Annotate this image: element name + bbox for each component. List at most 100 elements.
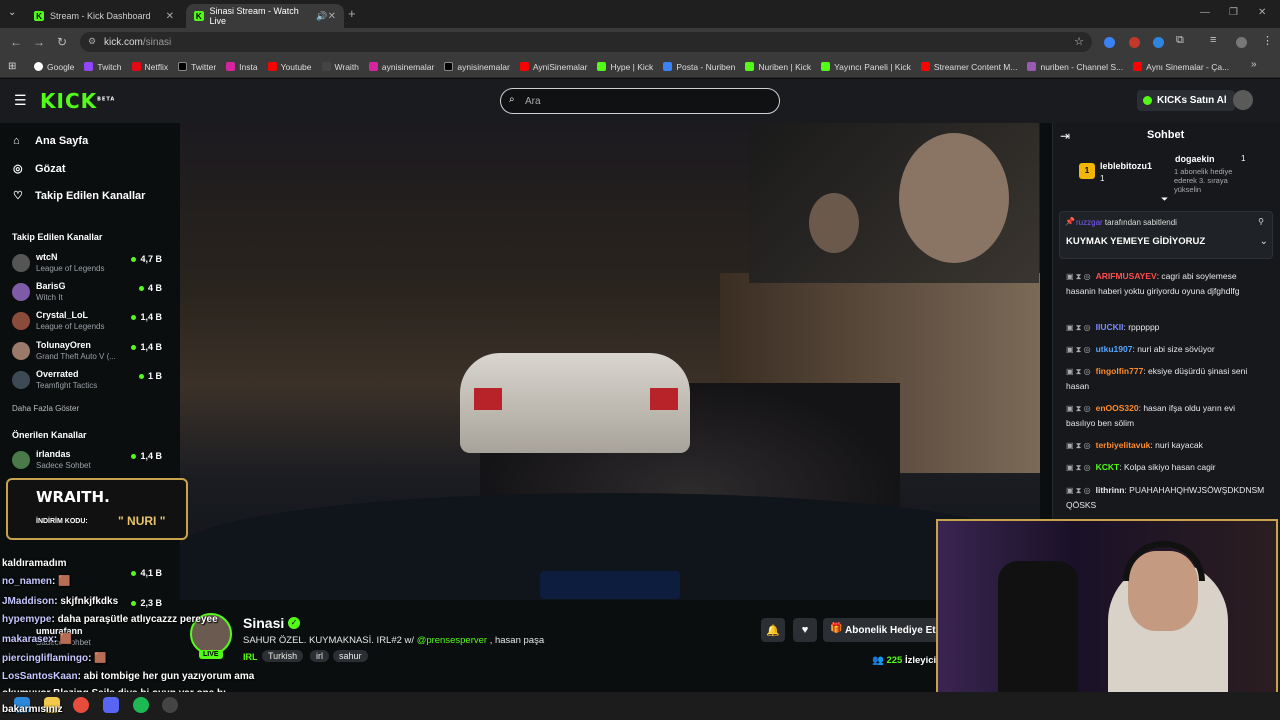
close-tab-icon[interactable]: ✕: [166, 11, 174, 22]
bookmark-aynisinemalar-insta[interactable]: aynisinemalar: [368, 61, 435, 72]
bookmark-twitter[interactable]: Twitter: [178, 62, 216, 72]
obs-icon[interactable]: [162, 697, 178, 713]
minimize-icon[interactable]: —: [1200, 7, 1210, 18]
new-tab-button[interactable]: +: [348, 6, 356, 21]
pinned-by-user[interactable]: ruzzgar: [1076, 218, 1103, 227]
discord-icon[interactable]: [103, 697, 119, 713]
streamer-name[interactable]: Sinasi: [243, 615, 284, 631]
bookmark-wraith[interactable]: Wraith: [321, 62, 359, 72]
pinned-message[interactable]: 📌 ruzzgar tarafından sabitlendi KUYMAK Y…: [1059, 211, 1273, 259]
bookmark-nuriben-kick[interactable]: Nuriben | Kick: [745, 62, 811, 72]
maximize-icon[interactable]: ❐: [1229, 7, 1238, 18]
sidebar-channel-barisg[interactable]: BarisG Witch It 4 B: [12, 281, 162, 305]
chat-username[interactable]: terbiyelitavuk: [1096, 440, 1151, 450]
reading-list-icon[interactable]: ≡: [1210, 34, 1216, 46]
title-mention[interactable]: @prensesperver: [417, 635, 487, 646]
leaderboard-user[interactable]: dogaekin: [1175, 154, 1215, 164]
stream-category[interactable]: IRL: [243, 652, 258, 662]
bookmark-streamer-content[interactable]: Streamer Content M...: [920, 62, 1017, 72]
tab-sinasi-stream[interactable]: K Sinasi Stream - Watch Live 🔊 ✕: [186, 4, 344, 28]
chevron-down-icon[interactable]: ⌄: [1260, 236, 1268, 247]
extension-icon[interactable]: [1104, 37, 1115, 48]
follow-heart-button[interactable]: ♥: [793, 618, 817, 642]
search-input[interactable]: ⌕ Ara: [500, 88, 780, 114]
pinned-by: ruzzgar tarafından sabitlendi: [1076, 218, 1177, 227]
channel-name: Overrated: [36, 369, 79, 379]
title-text: SAHUR ÖZEL. KUYMAKNASİ. IRL#2 w/: [243, 635, 417, 646]
video-player[interactable]: [180, 123, 1040, 600]
buy-kicks-button[interactable]: KICKs Satın Al: [1137, 90, 1235, 111]
more-bookmarks-icon[interactable]: »: [1251, 59, 1257, 70]
chat-text: : nuri abi size sövüyor: [1132, 344, 1215, 354]
gift-subscription-button[interactable]: 🎁 Abonelik Hediye Et: [823, 618, 943, 642]
bookmark-posta[interactable]: Posta - Nuriben: [663, 62, 735, 72]
bookmark-youtube[interactable]: Youtube: [267, 62, 312, 72]
extension-icon[interactable]: [1129, 37, 1140, 48]
channel-name: TolunayOren: [36, 340, 91, 350]
nav-home[interactable]: ⌂ Ana Sayfa: [13, 135, 88, 147]
tag-irl[interactable]: irl: [310, 650, 329, 662]
chat-username[interactable]: enOOS320: [1096, 403, 1139, 413]
bookmark-twitch[interactable]: Twitch: [84, 62, 122, 72]
bookmark-nuriben-channel[interactable]: nuriben - Channel S...: [1027, 62, 1123, 72]
bookmark-netflix[interactable]: Netflix: [131, 62, 168, 72]
chat-username[interactable]: KCKT: [1096, 462, 1120, 472]
forward-icon[interactable]: →: [33, 35, 45, 49]
sidebar-channel-wtcn[interactable]: wtcN League of Legends 4,7 B: [12, 252, 162, 276]
chat-username[interactable]: IIUCKII: [1096, 322, 1124, 332]
bookmark-label: nuriben - Channel S...: [1040, 61, 1124, 72]
tag-sahur[interactable]: sahur: [333, 650, 368, 662]
bookmark-yayinci-paneli[interactable]: Yayıncı Paneli | Kick: [821, 62, 911, 72]
youtube-icon: [1133, 62, 1143, 71]
bookmark-aynisinemalar-yt[interactable]: AyniSinemalar: [519, 62, 587, 72]
kick-logo[interactable]: KICKBETA: [40, 89, 115, 113]
sidebar-channel-irlandas[interactable]: irlandas Sadece Sohbet 1,4 B: [12, 449, 162, 473]
nav-browse[interactable]: ◎ Gözat: [13, 162, 66, 176]
reload-icon[interactable]: ↻: [57, 35, 67, 49]
unpin-icon[interactable]: ⚲: [1258, 217, 1264, 226]
audio-playing-icon[interactable]: 🔊: [316, 11, 327, 22]
bookmark-google[interactable]: Google: [34, 62, 74, 72]
extensions-puzzle-icon[interactable]: ⧉: [1176, 34, 1184, 47]
close-tab-icon[interactable]: ✕: [328, 11, 336, 22]
browser-menu-icon[interactable]: ⋮: [1262, 34, 1273, 47]
chrome-icon[interactable]: [73, 697, 89, 713]
sidebar-channel-tolunayoren[interactable]: TolunayOren Grand Theft Auto V (... 1,4 B: [12, 340, 162, 364]
bookmark-hype-kick[interactable]: Hype | Kick: [597, 62, 653, 72]
chat-username[interactable]: fingolfin777: [1096, 366, 1144, 376]
collapse-chat-icon[interactable]: ⇥: [1060, 129, 1070, 143]
expand-leaderboard-icon[interactable]: ⏷: [1161, 194, 1168, 205]
nav-following[interactable]: ♡ Takip Edilen Kanallar: [13, 189, 145, 203]
profile-avatar[interactable]: [1236, 37, 1247, 48]
user-avatar[interactable]: [1233, 90, 1253, 110]
overlay-chat-text: kaldıramadım: [2, 558, 67, 569]
overlay-chat-line: JMaddison: skjfnkjfkdks: [2, 596, 118, 607]
youtube-icon: [920, 62, 930, 71]
leaderboard-user[interactable]: leblebitozu1: [1100, 161, 1152, 171]
bookmark-ayni-sinemalar[interactable]: Aynı Sinemalar - Ça...: [1133, 62, 1229, 72]
sidebar-channel-crystal-lol[interactable]: Crystal_LoL League of Legends 1,4 B: [12, 310, 162, 334]
chat-username[interactable]: ARIFMUSAYEV: [1096, 271, 1157, 281]
spotify-icon[interactable]: [133, 697, 149, 713]
tab-kick-dashboard[interactable]: K Stream - Kick Dashboard ✕: [26, 4, 182, 28]
chat-message: ▣ ⧗ ◎ terbiyelitavuk: nuri kayacak: [1066, 438, 1266, 453]
chat-username[interactable]: utku1907: [1096, 344, 1133, 354]
vpn-extension-icon[interactable]: [1153, 37, 1164, 48]
sidebar-channel-overrated[interactable]: Overrated Teamfight Tactics 1 B: [12, 369, 162, 393]
site-info-icon[interactable]: ⚙: [88, 36, 96, 47]
channel-name: wtcN: [36, 252, 58, 262]
bookmark-aynisinemalar-x[interactable]: aynisinemalar: [444, 62, 510, 72]
chat-username[interactable]: lithrinn: [1096, 485, 1125, 495]
show-more-button[interactable]: Daha Fazla Göster: [12, 404, 79, 413]
bookmark-star-icon[interactable]: ☆: [1074, 35, 1084, 48]
bookmark-label: aynisinemalar: [381, 61, 435, 72]
close-window-icon[interactable]: ✕: [1258, 7, 1266, 18]
tag-turkish[interactable]: Turkish: [262, 650, 304, 662]
apps-grid-icon[interactable]: ⊞: [8, 61, 16, 72]
hamburger-menu-icon[interactable]: ☰: [14, 92, 27, 109]
bookmark-insta[interactable]: Insta: [226, 62, 258, 72]
back-icon[interactable]: ←: [10, 35, 22, 49]
notification-bell-button[interactable]: 🔔: [761, 618, 785, 642]
url-input[interactable]: ⚙ kick.com/sinasi ☆: [80, 32, 1092, 52]
tab-search-icon[interactable]: ⌄: [8, 7, 16, 18]
